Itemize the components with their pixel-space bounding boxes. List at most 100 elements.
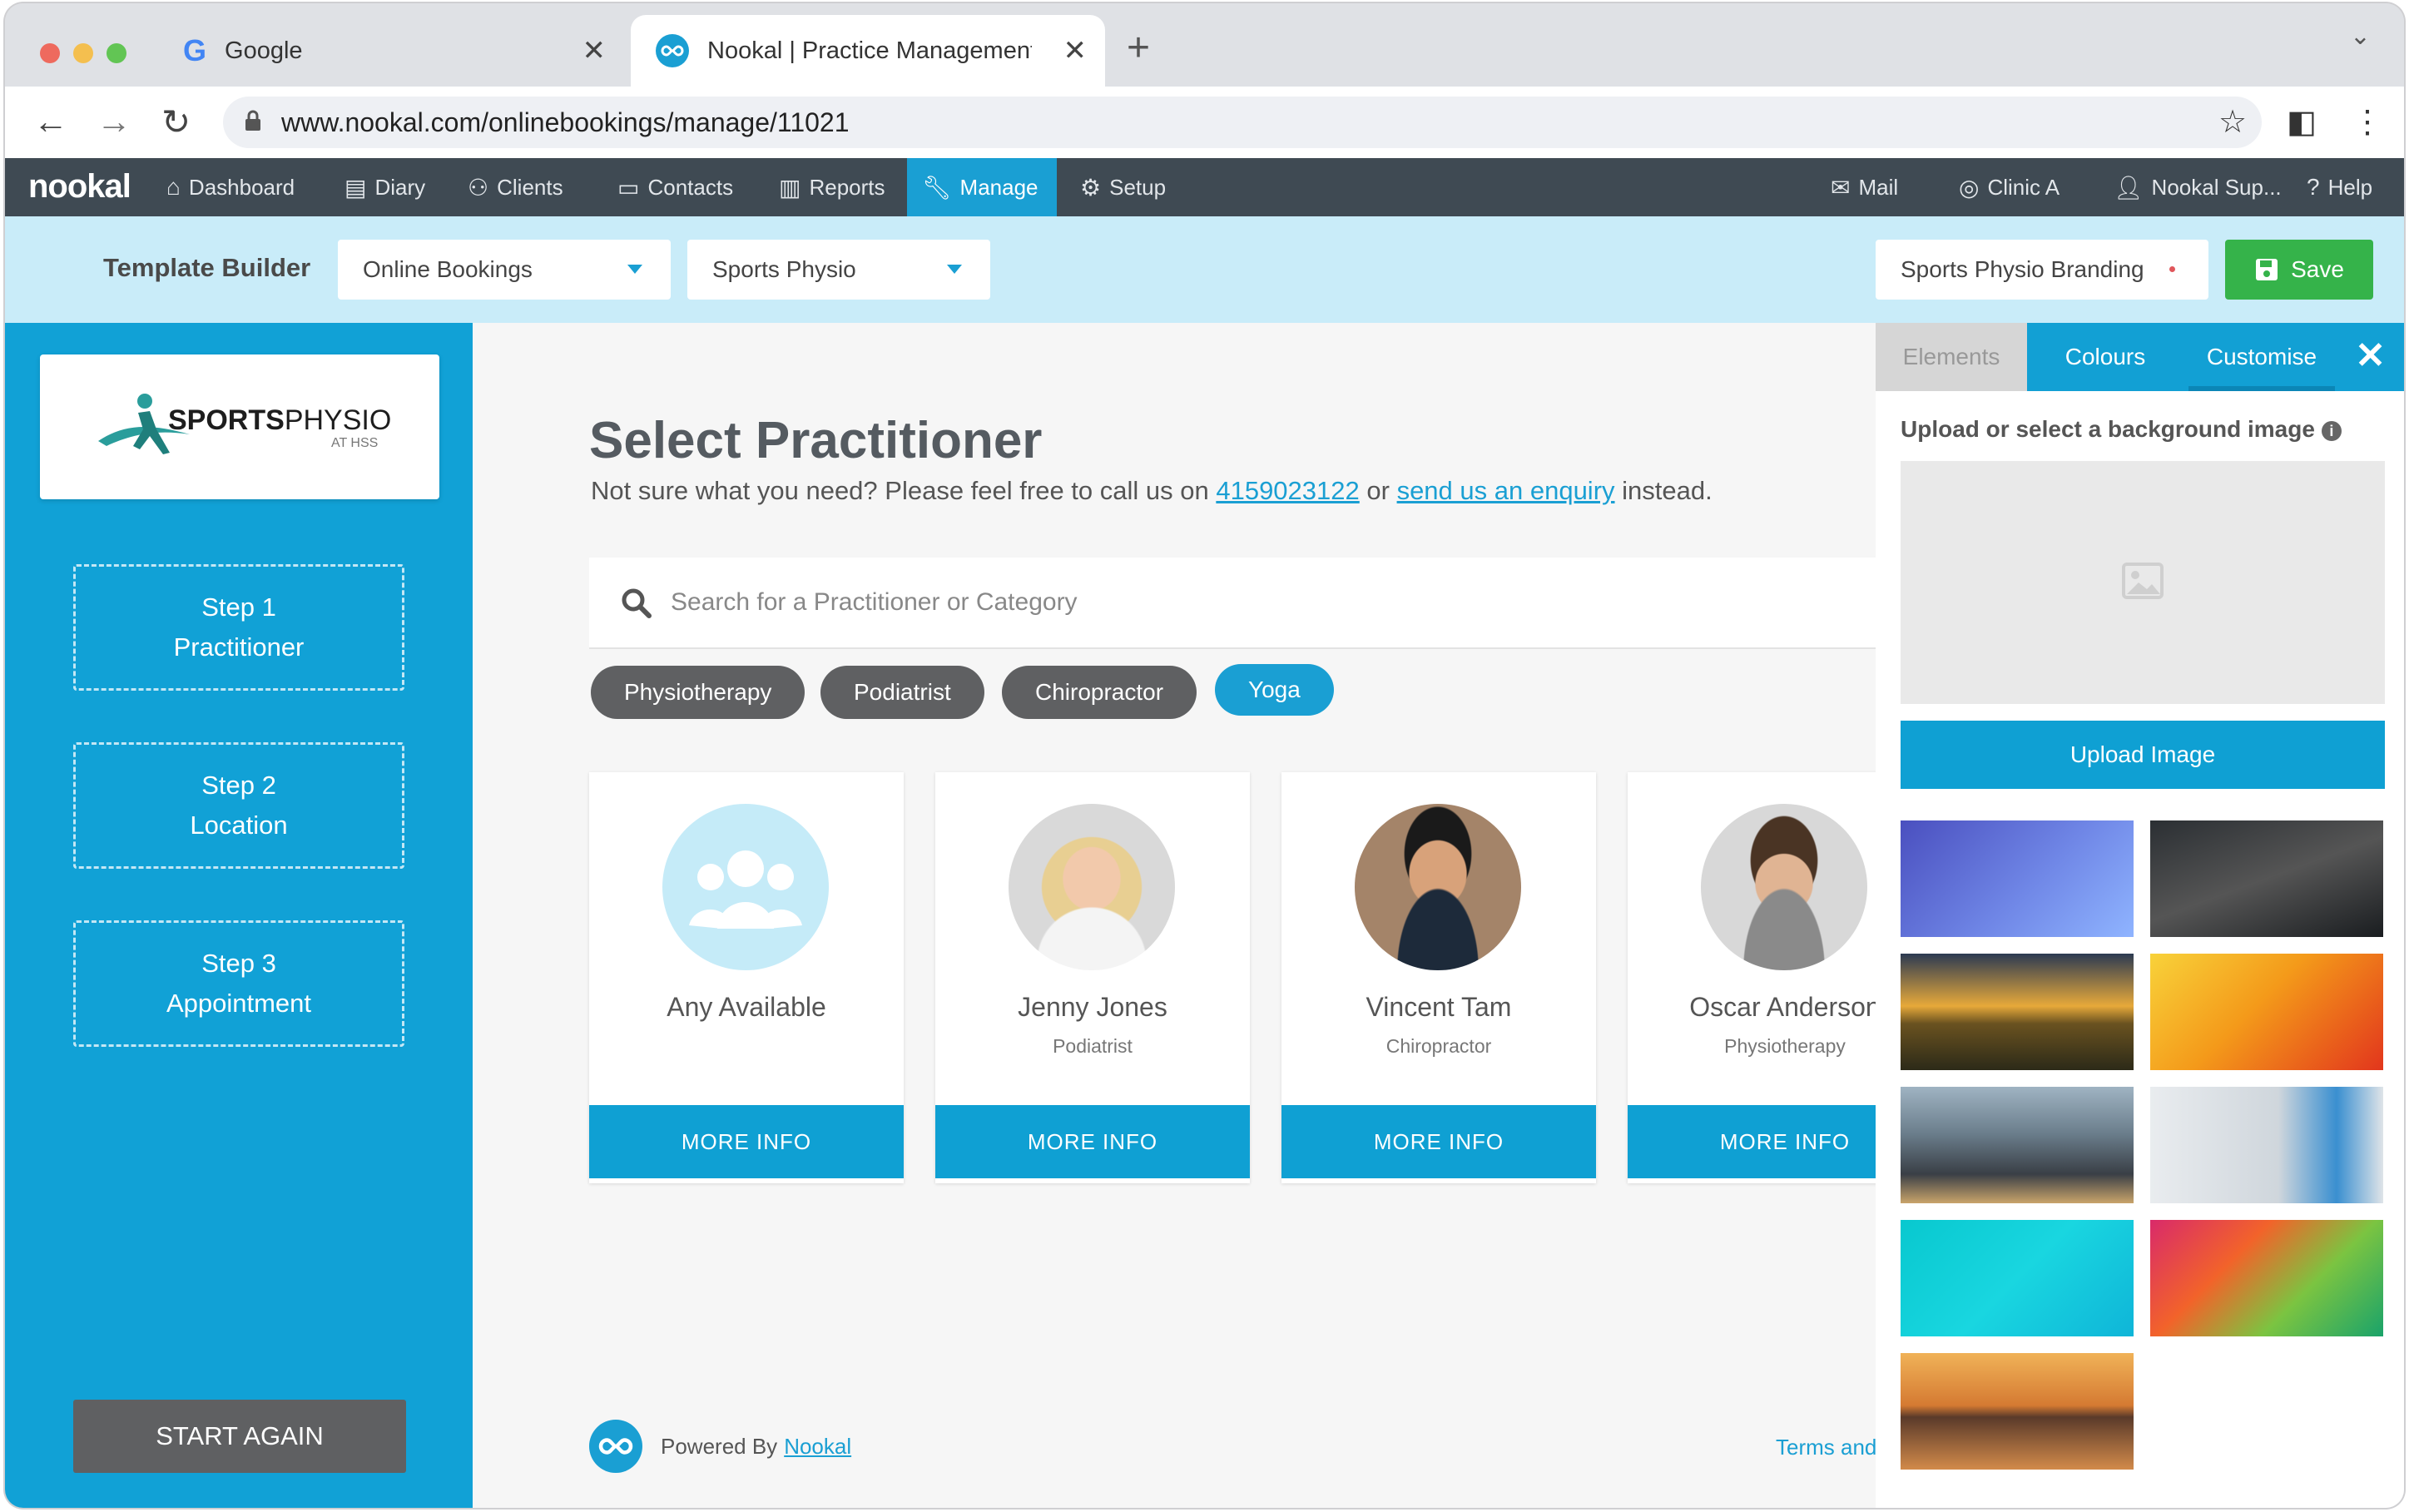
id-card-icon: ▭	[617, 174, 640, 201]
practitioner-card[interactable]: Any Available MORE INFO	[589, 772, 904, 1183]
more-info-button[interactable]: MORE INFO	[1628, 1105, 1876, 1178]
close-tab-icon[interactable]: ✕	[582, 34, 607, 67]
practitioner-search-input[interactable]: Search for a Practitioner or Category	[589, 558, 1876, 649]
browser-tab-strip: G Google ✕ Nookal | Practice Management …	[5, 3, 2404, 87]
practitioner-card[interactable]: Vincent Tam Chiropractor MORE INFO	[1281, 772, 1596, 1183]
tab-customise[interactable]: Customise	[2183, 323, 2340, 391]
upload-image-button[interactable]: Upload Image	[1901, 721, 2385, 789]
background-preview[interactable]	[1901, 461, 2385, 704]
more-info-button[interactable]: MORE INFO	[589, 1105, 904, 1178]
step-1-practitioner[interactable]: Step 1 Practitioner	[73, 564, 404, 691]
template-dropdown[interactable]: Sports Physio	[687, 240, 990, 300]
info-icon[interactable]: i	[2321, 420, 2342, 441]
background-thumbnail-teal[interactable]	[1901, 1220, 2134, 1336]
booking-type-dropdown[interactable]: Online Bookings	[338, 240, 671, 300]
sports-physio-logo: SPORTSPHYSIO AT HSS	[40, 354, 439, 499]
practitioner-card[interactable]: Oscar Anderson Physiotherapy MORE INFO	[1628, 772, 1876, 1183]
help-text-part: or	[1359, 476, 1397, 505]
more-info-button[interactable]: MORE INFO	[935, 1105, 1250, 1178]
bar-chart-icon: ▥	[779, 174, 801, 201]
search-icon	[622, 588, 652, 618]
user-icon: 👤︎	[2114, 174, 2144, 201]
nav-label: Help	[2327, 174, 2373, 200]
nav-clinic[interactable]: ◎ Clinic A	[1949, 158, 2069, 216]
vincent-tam-photo	[1355, 804, 1521, 970]
address-bar-row: ← → ↻ www.nookal.com/onlinebookings/mana…	[5, 87, 2404, 158]
app-nav-bar: nookal ⌂ Dashboard ▤ Diary ⚇ Clients ▭ Conta…	[5, 158, 2404, 216]
more-info-button[interactable]: MORE INFO	[1281, 1105, 1596, 1178]
nav-mail[interactable]: ✉ Mail	[1821, 158, 1908, 216]
nav-user[interactable]: 👤︎ Nookal Sup...	[2104, 158, 2292, 216]
forward-arrow-icon[interactable]: →	[97, 102, 131, 141]
category-pill-podiatrist[interactable]: Podiatrist	[820, 666, 984, 719]
background-thumbnail-xray-runner[interactable]	[1901, 820, 2134, 937]
nookal-link[interactable]: Nookal	[784, 1434, 851, 1460]
booking-preview-main: Select Practitioner Not sure what you ne…	[473, 323, 1876, 1508]
background-thumbnail-city-skyline[interactable]	[1901, 1087, 2134, 1203]
back-arrow-icon[interactable]: ←	[33, 102, 68, 141]
close-tab-icon[interactable]: ✕	[1063, 34, 1088, 67]
start-again-button[interactable]: START AGAIN	[73, 1400, 406, 1473]
tab-title: Google	[225, 37, 303, 64]
step-3-appointment[interactable]: Step 3 Appointment	[73, 920, 404, 1047]
category-pill-chiropractor[interactable]: Chiropractor	[1002, 666, 1197, 719]
step-label: Appointment	[166, 989, 312, 1018]
new-tab-plus-icon[interactable]: +	[1127, 25, 1150, 71]
browser-tab-nookal[interactable]: Nookal | Practice Management ✕	[631, 15, 1105, 87]
reload-icon[interactable]: ↻	[161, 102, 191, 142]
nav-label: Mail	[1858, 174, 1899, 200]
step-label: Practitioner	[173, 632, 305, 662]
nav-diary[interactable]: ▤ Diary	[335, 158, 435, 216]
nav-contacts[interactable]: ▭ Contacts	[607, 158, 743, 216]
tab-title: Nookal | Practice Management	[707, 37, 1032, 64]
background-thumbnail-rainbow-spiral[interactable]	[2150, 1220, 2383, 1336]
nookal-logo[interactable]: nookal	[28, 168, 131, 206]
background-thumbnail-barbell[interactable]	[2150, 820, 2383, 937]
nav-label: Diary	[374, 174, 426, 200]
tab-search-chevron-icon[interactable]: ⌄	[2350, 22, 2371, 51]
side-panel-icon[interactable]: ◧	[2287, 103, 2317, 141]
nav-label: Manage	[959, 174, 1038, 200]
nav-reports[interactable]: ▥ Reports	[769, 158, 895, 216]
branding-selector[interactable]: Sports Physio Branding	[1876, 240, 2208, 300]
minimize-window-dot[interactable]	[73, 43, 93, 63]
browser-tab-google[interactable]: G Google ✕	[163, 15, 624, 87]
terms-link[interactable]: Terms and	[1776, 1435, 1876, 1460]
practitioner-card[interactable]: Jenny Jones Podiatrist MORE INFO	[935, 772, 1250, 1183]
bookmark-star-icon[interactable]: ☆	[2218, 103, 2247, 141]
close-panel-icon[interactable]: ✕	[2355, 335, 2386, 377]
nav-dashboard[interactable]: ⌂ Dashboard	[156, 158, 305, 216]
nav-label: Clinic A	[1987, 174, 2060, 200]
background-thumbnail-orange-abstract[interactable]	[2150, 954, 2383, 1070]
powered-by-text: Powered By	[661, 1433, 778, 1459]
close-window-dot[interactable]	[40, 43, 60, 63]
nav-manage[interactable]: 🔧︎ Manage	[907, 158, 1057, 216]
save-button[interactable]: Save	[2225, 240, 2373, 300]
label-text: Upload or select a background image	[1901, 416, 2315, 442]
enquiry-link[interactable]: send us an enquiry	[1397, 476, 1615, 505]
template-builder-bar: Template Builder Online Bookings Sports …	[5, 216, 2404, 323]
tab-label: Customise	[2206, 344, 2317, 369]
group-avatar	[662, 804, 829, 970]
powered-by-footer: Powered By Nookal	[589, 1420, 851, 1473]
background-thumbnail-sunset-field[interactable]	[1901, 954, 2134, 1070]
panel-tabs: Elements Colours Customise ✕	[1876, 323, 2404, 391]
maximize-window-dot[interactable]	[107, 43, 126, 63]
book-icon: ▤	[344, 174, 367, 201]
tab-colours[interactable]: Colours	[2027, 323, 2183, 391]
nav-setup[interactable]: ⚙ Setup	[1070, 158, 1176, 216]
url-field[interactable]: www.nookal.com/onlinebookings/manage/110…	[223, 97, 2262, 148]
help-text-part: instead.	[1614, 476, 1713, 505]
phone-link[interactable]: 4159023122	[1216, 476, 1359, 505]
category-pill-physiotherapy[interactable]: Physiotherapy	[591, 666, 805, 719]
tab-elements[interactable]: Elements	[1876, 323, 2027, 391]
nav-clients[interactable]: ⚇ Clients	[458, 158, 573, 216]
background-thumbnail-sydney-harbour[interactable]	[1901, 1353, 2134, 1470]
step-number: Step 3	[201, 949, 276, 978]
step-2-location[interactable]: Step 2 Location	[73, 742, 404, 869]
category-pill-yoga[interactable]: Yoga	[1215, 664, 1334, 716]
browser-menu-icon[interactable]: ⋮	[2352, 103, 2383, 141]
google-g-icon: G	[183, 33, 207, 67]
nav-help[interactable]: ? Help	[2297, 158, 2382, 216]
background-thumbnail-physio-ball[interactable]	[2150, 1087, 2383, 1203]
